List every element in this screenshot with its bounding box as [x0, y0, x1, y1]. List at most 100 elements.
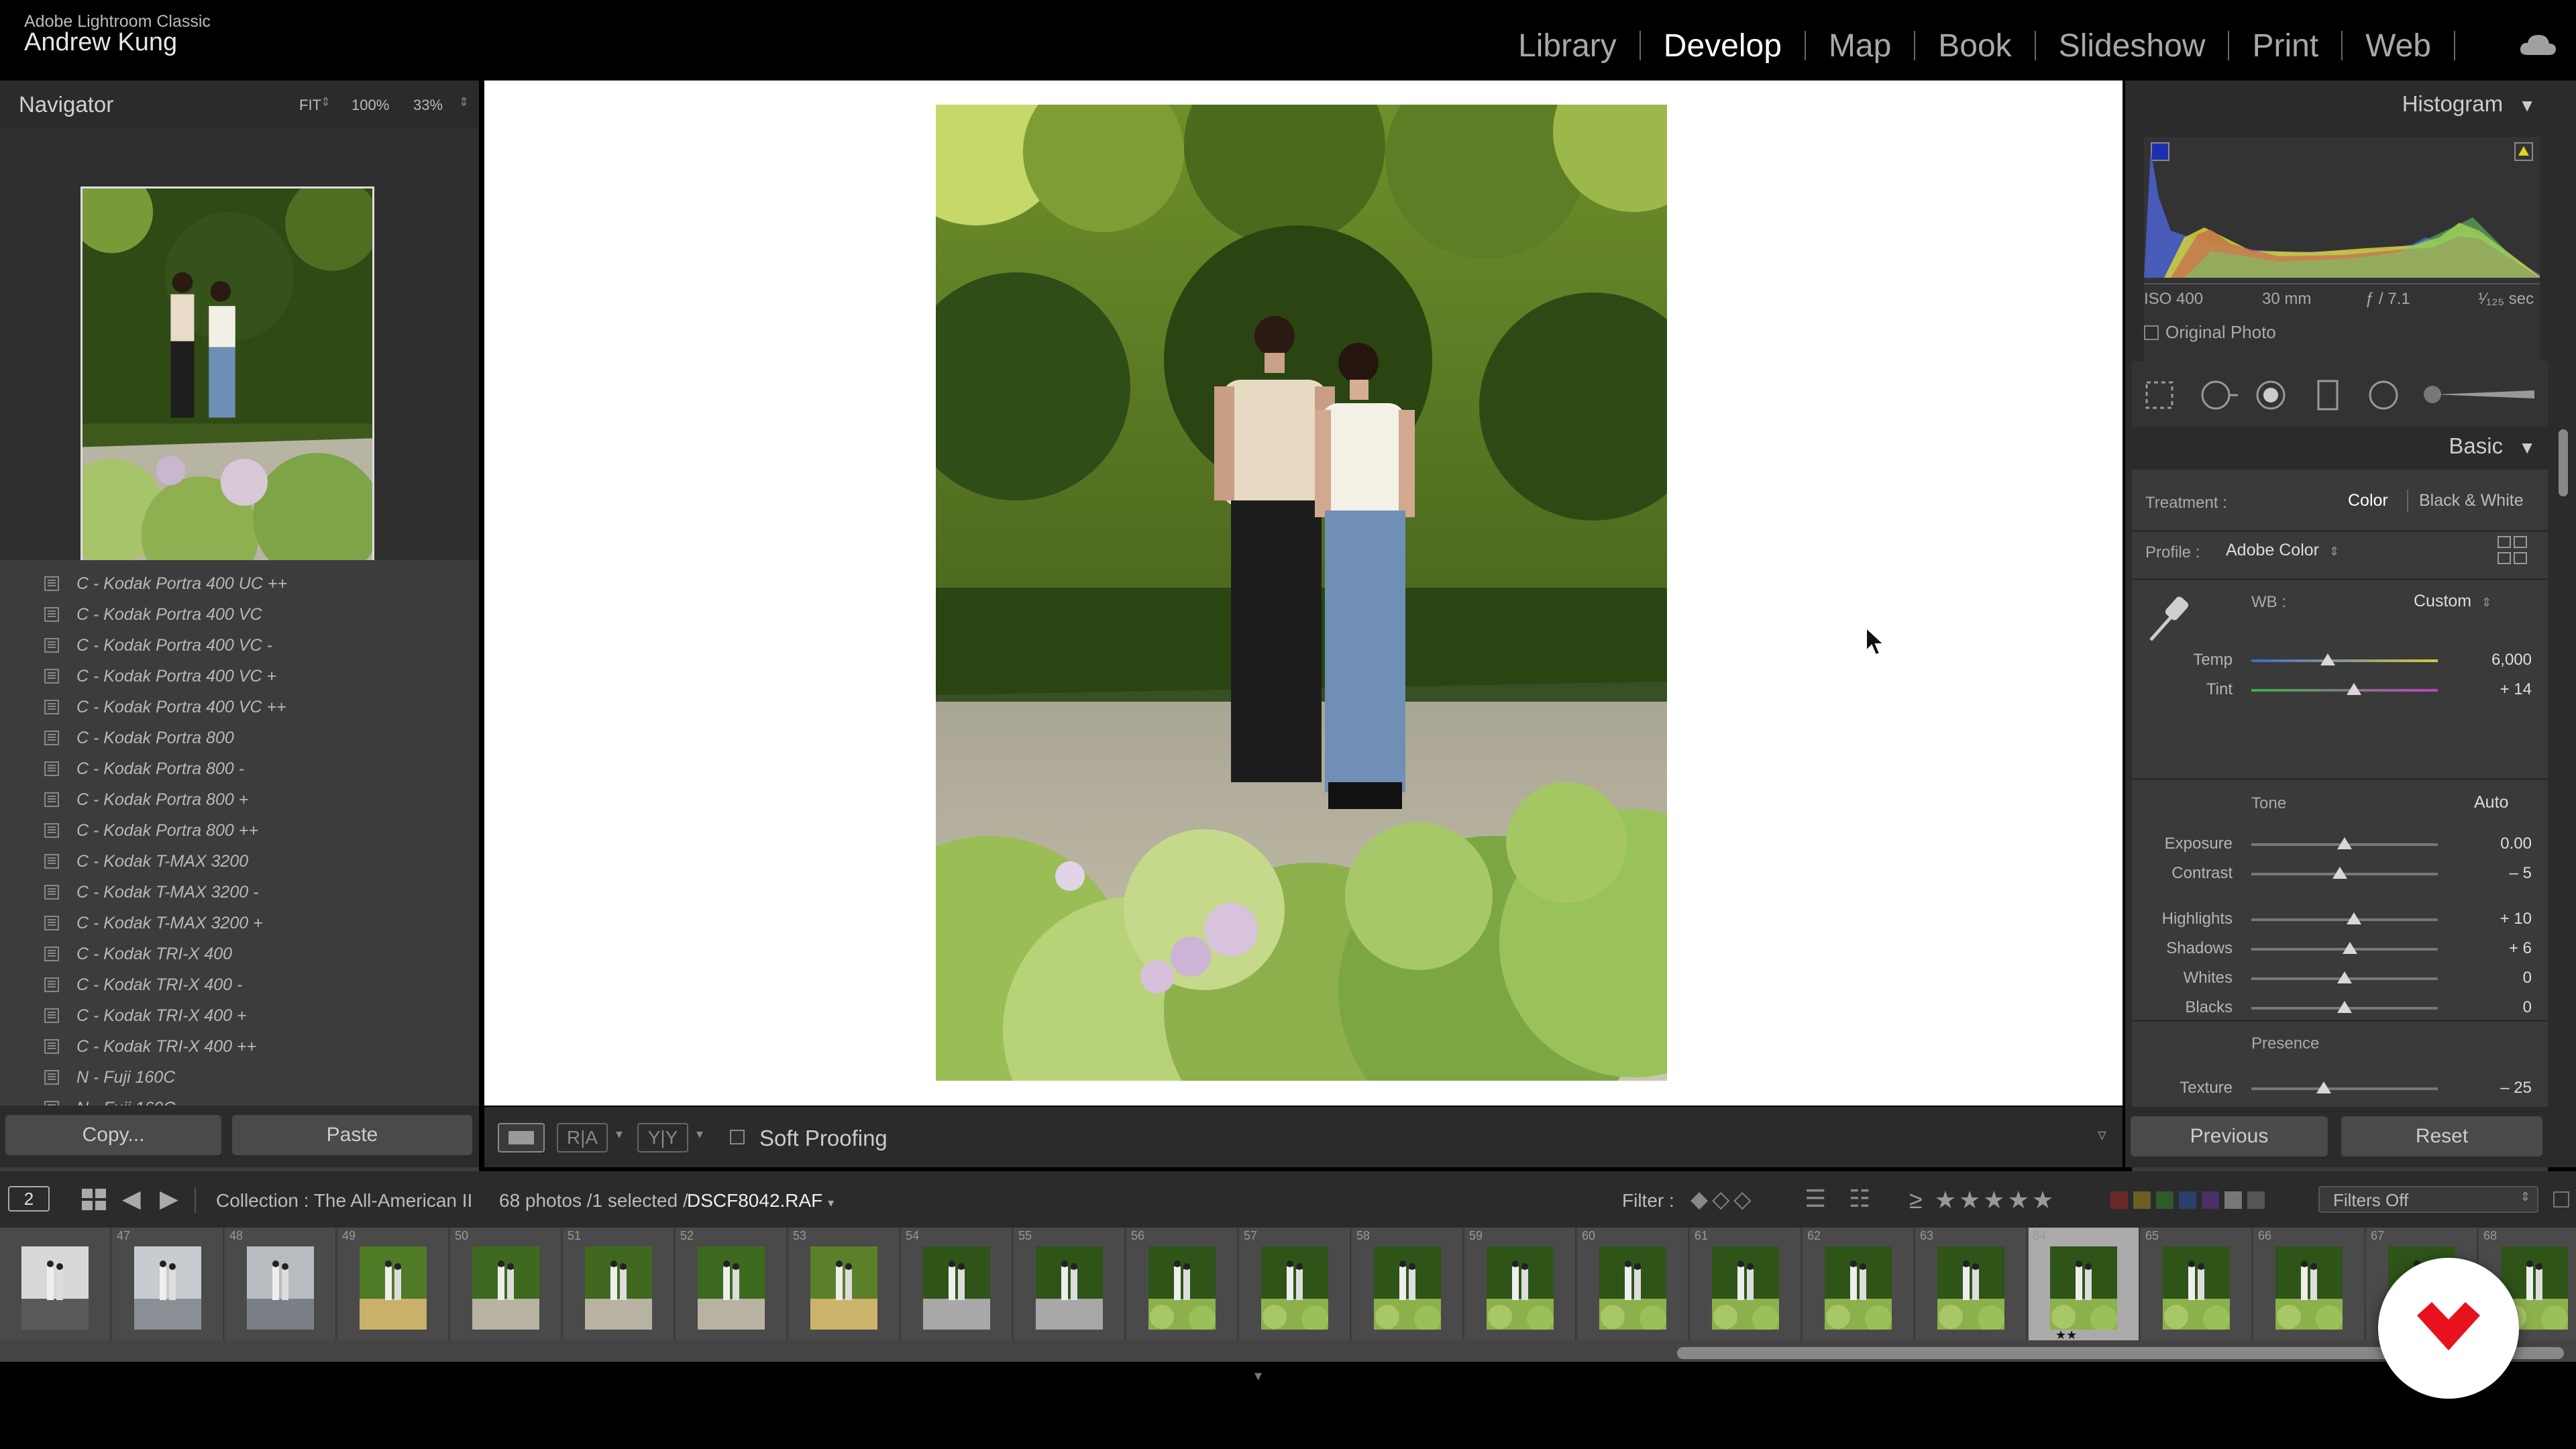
wb-select[interactable]: Custom ⇕ — [2414, 592, 2491, 611]
preset-item[interactable]: C - Kodak T-MAX 3200 + — [0, 908, 479, 938]
filmstrip-thumb[interactable]: 49 — [338, 1228, 449, 1340]
exposure-slider-knob[interactable] — [2337, 837, 2352, 849]
filmstrip-thumb[interactable] — [0, 1228, 111, 1340]
adjustment-brush-icon[interactable] — [2422, 384, 2536, 405]
filmstrip-thumb[interactable]: 53 — [789, 1228, 900, 1340]
filmstrip-thumb[interactable]: 55 — [1014, 1228, 1126, 1340]
graduated-filter-icon[interactable] — [2314, 378, 2341, 412]
preset-item[interactable]: C - Kodak TRI-X 400 - — [0, 969, 479, 1000]
filmstrip-thumb[interactable]: 64 ★★ — [2029, 1228, 2140, 1342]
filmstrip-thumb[interactable]: 60 — [1578, 1228, 1689, 1340]
navigator-header[interactable]: Navigator FIT ⇕ 100% 33% ⇕ — [0, 80, 479, 129]
temp-slider-knob[interactable] — [2320, 653, 2335, 665]
cloud-sync-icon[interactable] — [2518, 31, 2557, 58]
before-after-tb-button[interactable]: Y|Y — [637, 1123, 688, 1152]
reset-button[interactable]: Reset — [2341, 1116, 2542, 1157]
temp-value[interactable]: 6,000 — [2491, 651, 2532, 669]
navigator-preview[interactable] — [0, 129, 479, 625]
soft-proofing-checkbox[interactable] — [730, 1130, 745, 1144]
preset-item[interactable]: N - Fuji 160C — [0, 1062, 479, 1093]
zoom-fit[interactable]: FIT — [299, 97, 321, 114]
copy-button[interactable]: Copy... — [5, 1115, 221, 1155]
preset-item[interactable]: C - Kodak Portra 400 VC — [0, 599, 479, 630]
preset-item[interactable]: C - Kodak Portra 800 ++ — [0, 815, 479, 846]
histogram-title[interactable]: Histogram ▼ — [2402, 91, 2536, 117]
exposure-value[interactable]: 0.00 — [2500, 835, 2532, 853]
filmstrip-thumb[interactable]: 50 — [451, 1228, 562, 1340]
dropdown-arrow-icon[interactable]: ▾ — [696, 1126, 703, 1142]
forward-arrow-icon[interactable]: ▶ — [160, 1185, 178, 1213]
loupe-view-button[interactable] — [498, 1123, 545, 1152]
preset-item[interactable]: C - Kodak Portra 800 - — [0, 753, 479, 784]
wb-eyedropper-icon[interactable] — [2145, 590, 2192, 644]
grid-view-icon[interactable] — [82, 1189, 106, 1210]
filmstrip-thumb[interactable]: 63 — [1916, 1228, 2027, 1340]
module-web[interactable]: Web — [2343, 28, 2454, 64]
filter-preset-select[interactable]: Filters Off ⇕ — [2318, 1186, 2538, 1213]
red-eye-icon[interactable] — [2254, 378, 2288, 412]
filmstrip-thumb[interactable]: 52 — [676, 1228, 788, 1340]
treatment-color-option[interactable]: Color — [2348, 491, 2388, 511]
preset-item[interactable]: C - Kodak Portra 400 VC + — [0, 661, 479, 692]
radial-filter-icon[interactable] — [2367, 378, 2400, 412]
selected-filename[interactable]: DSCF8042.RAF ▾ — [687, 1190, 834, 1212]
filmstrip-thumb[interactable]: 61 — [1690, 1228, 1802, 1340]
filmstrip-thumb[interactable]: 47 — [113, 1228, 224, 1340]
paste-button[interactable]: Paste — [232, 1115, 472, 1155]
preset-item[interactable]: C - Kodak Portra 400 VC ++ — [0, 692, 479, 722]
filter-lock-icon[interactable] — [2553, 1191, 2569, 1208]
flag-filter-icon[interactable]: ◆◇◇ — [1690, 1186, 1755, 1213]
contrast-value[interactable]: – 5 — [2510, 864, 2532, 883]
dropdown-arrow-icon[interactable]: ▾ — [616, 1126, 623, 1142]
filmstrip-thumb[interactable]: 48 — [225, 1228, 337, 1340]
original-photo-toggle[interactable]: Original Photo — [2144, 322, 2276, 343]
texture-value[interactable]: – 25 — [2500, 1079, 2532, 1097]
before-after-lr-button[interactable]: R|A — [557, 1123, 608, 1152]
preset-item[interactable]: C - Kodak Portra 400 UC ++ — [0, 568, 479, 599]
collapse-triangle-icon[interactable]: ▼ — [2518, 95, 2536, 115]
filmstrip-thumb[interactable]: 57 — [1240, 1228, 1351, 1340]
auto-tone-button[interactable]: Auto — [2474, 793, 2508, 812]
filmstrip-thumb[interactable]: 62 — [1803, 1228, 1915, 1340]
preset-item[interactable]: C - Kodak Portra 800 + — [0, 784, 479, 815]
back-arrow-icon[interactable]: ◀ — [122, 1185, 141, 1213]
whites-value[interactable]: 0 — [2523, 969, 2532, 987]
module-map[interactable]: Map — [1806, 28, 1914, 64]
crop-overlay-icon[interactable] — [2144, 380, 2175, 411]
zoom-33[interactable]: 33% — [413, 97, 443, 114]
preset-item[interactable]: C - Kodak TRI-X 400 ++ — [0, 1031, 479, 1062]
module-develop[interactable]: Develop — [1641, 28, 1805, 64]
shadows-slider-knob[interactable] — [2343, 942, 2358, 954]
filmstrip-thumb[interactable]: 65 — [2141, 1228, 2253, 1340]
collapse-triangle-icon[interactable]: ▼ — [2518, 437, 2536, 458]
basic-title[interactable]: Basic ▼ — [2449, 433, 2536, 459]
blacks-slider-knob[interactable] — [2337, 1001, 2352, 1013]
filmstrip-thumb[interactable]: 66 — [2254, 1228, 2365, 1340]
highlights-slider-knob[interactable] — [2346, 912, 2361, 924]
tint-slider-knob[interactable] — [2346, 683, 2361, 695]
tint-slider[interactable] — [2251, 689, 2438, 692]
module-library[interactable]: Library — [1495, 28, 1640, 64]
whites-slider-knob[interactable] — [2337, 971, 2352, 983]
preset-item[interactable]: C - Kodak Portra 800 — [0, 722, 479, 753]
preset-item[interactable]: C - Kodak TRI-X 400 + — [0, 1000, 479, 1031]
highlights-value[interactable]: + 10 — [2500, 910, 2532, 928]
rating-filter-stars-icon[interactable]: ≥ ★★★★★ — [1909, 1186, 2056, 1214]
module-book[interactable]: Book — [1915, 28, 2034, 64]
filmstrip-thumb[interactable]: 56 — [1127, 1228, 1238, 1340]
spot-removal-icon[interactable] — [2199, 378, 2239, 412]
filmstrip-thumb[interactable]: 59 — [1465, 1228, 1576, 1340]
contrast-slider-knob[interactable] — [2332, 867, 2348, 879]
collapse-filmstrip-icon[interactable]: ▾ — [1254, 1367, 1262, 1385]
preset-item[interactable]: C - Kodak TRI-X 400 — [0, 938, 479, 969]
temp-slider[interactable] — [2251, 659, 2438, 662]
filmstrip-thumb[interactable]: 51 — [564, 1228, 675, 1340]
original-photo-checkbox[interactable] — [2144, 325, 2159, 340]
right-panel-scrollbar[interactable] — [2559, 429, 2568, 496]
texture-slider-knob[interactable] — [2316, 1081, 2332, 1093]
preset-item[interactable]: C - Kodak T-MAX 3200 - — [0, 877, 479, 908]
secondary-window-button[interactable]: 2 — [8, 1186, 50, 1212]
zoom-100[interactable]: 100% — [352, 97, 389, 114]
highlights-slider[interactable] — [2251, 918, 2438, 921]
navigator-thumbnail[interactable] — [80, 186, 374, 574]
